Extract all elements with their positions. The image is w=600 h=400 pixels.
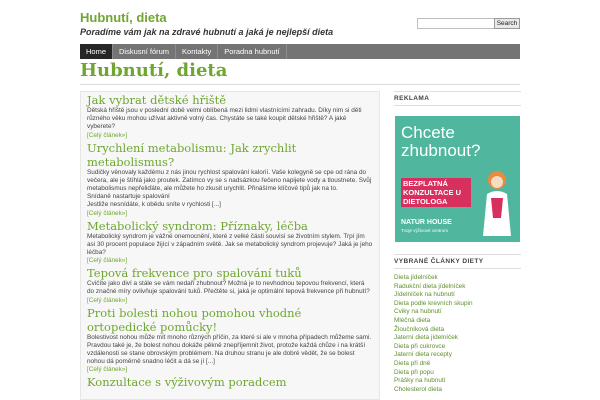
article-link[interactable]: Žloučníková dieta (394, 326, 521, 335)
article-link[interactable]: Dieta podle krevních skupin (394, 300, 521, 309)
post-title[interactable]: Konzultace s výživovým poradcem (87, 375, 373, 389)
article-link[interactable]: Dieta jídelníček (394, 274, 521, 283)
post-excerpt-line: Snídaně nastartuje spalování (87, 193, 170, 201)
post-excerpt: Cvičíte jako diví a stále se vám nedaří … (87, 280, 370, 296)
ad-subheadline: BEZPLATNÁ KONZULTACE U DIETOLOGA (401, 178, 471, 207)
widget-title-articles: VYBRANÉ ČLÁNKY DIETY (394, 254, 521, 269)
articles-widget: VYBRANÉ ČLÁNKY DIETY Dieta jídelníček Ra… (394, 254, 521, 394)
post-title[interactable]: Metabolický syndrom: Příznaky, léčba (87, 219, 373, 233)
widget-title-ad: REKLAMA (394, 91, 521, 106)
article-link[interactable]: Cholesterol dieta (394, 386, 521, 395)
article-link[interactable]: Prášky na hubnutí (394, 377, 521, 386)
read-more-link[interactable]: [Celý článek»] (87, 366, 373, 374)
ad-banner[interactable]: Chcete zhubnout? BEZPLATNÁ KONZULTACE U … (395, 116, 520, 242)
article-link[interactable]: Mléčná dieta (394, 317, 521, 326)
nav-item-advice[interactable]: Poradna hubnutí (218, 44, 287, 59)
read-more-link[interactable]: [Celý článek»] (87, 210, 373, 218)
post: Proti bolesti nohou pomohou vhodné ortop… (81, 306, 379, 375)
post-excerpt: Dětská hřiště jsou v poslední době velmi… (87, 107, 362, 131)
ad-logo-tagline: Tvoje výživové centrum (401, 228, 449, 233)
search-button[interactable]: Search (494, 18, 520, 29)
post: Metabolický syndrom: Příznaky, léčba Met… (81, 219, 379, 266)
article-link[interactable]: Jídelníček na hubnutí (394, 291, 521, 300)
site-header: Hubnutí, dieta Poradíme vám jak na zdrav… (80, 8, 520, 42)
nav-item-contacts[interactable]: Kontakty (176, 44, 219, 59)
post-title[interactable]: Proti bolesti nohou pomohou vhodné ortop… (87, 306, 373, 334)
post-list: Jak vybrat dětské hřiště Dětská hřiště j… (80, 91, 380, 400)
woman-illustration-icon (483, 171, 511, 236)
post-title[interactable]: Urychlení metabolismu: Jak zrychlit meta… (87, 141, 373, 169)
sidebar: REKLAMA Chcete zhubnout? BEZPLATNÁ KONZU… (394, 91, 521, 400)
read-more-link[interactable]: [Celý článek»] (87, 132, 373, 140)
article-link[interactable]: Dieta při dně (394, 360, 521, 369)
post-title[interactable]: Tepová frekvence pro spalování tuků (87, 266, 373, 280)
post: Urychlení metabolismu: Jak zrychlit meta… (81, 141, 379, 218)
article-link[interactable]: Cviky na hubnutí (394, 308, 521, 317)
post-excerpt: Bolestivost nohou může mít mnoho různých… (87, 333, 372, 366)
nav-item-home[interactable]: Home (80, 44, 114, 59)
search-input[interactable] (417, 18, 495, 29)
article-list: Dieta jídelníček Radukční dieta jídelníč… (394, 269, 521, 394)
post-excerpt-line: Jestliže nesnídáte, k obědu sníte v rych… (87, 201, 221, 209)
post: Jak vybrat dětské hřiště Dětská hřiště j… (81, 93, 379, 140)
article-link[interactable]: Radukční dieta jídelníček (394, 283, 521, 292)
post-excerpt: Metabolický syndrom je vážné onemocnění,… (87, 232, 373, 257)
article-link[interactable]: Dieta při popu (394, 369, 521, 378)
read-more-link[interactable]: [Celý článek»] (87, 297, 373, 305)
post: Tepová frekvence pro spalování tuků Cvič… (81, 266, 379, 304)
post: Konzultace s výživovým poradcem (81, 375, 379, 389)
post-excerpt: Sudičky věnovaly každému z nás jinou ryc… (87, 168, 372, 193)
ad-logo: NATUR HOUSE (401, 219, 452, 226)
article-link[interactable]: Dieta při cukrovce (394, 343, 521, 352)
article-link[interactable]: Jaterní dieta jídelníček (394, 334, 521, 343)
article-link[interactable]: Jaterní dieta recepty (394, 351, 521, 360)
ad-headline: Chcete zhubnout? (401, 123, 481, 160)
main-nav: Home Diskusní fórum Kontakty Poradna hub… (80, 44, 520, 59)
divider (80, 84, 520, 85)
site-title[interactable]: Hubnutí, dieta (80, 10, 167, 25)
page-title: Hubnutí, dieta (80, 60, 228, 81)
post-title[interactable]: Jak vybrat dětské hřiště (87, 93, 373, 107)
site-tagline: Poradíme vám jak na zdravé hubnutí a jak… (80, 27, 334, 37)
read-more-link[interactable]: [Celý článek»] (87, 257, 373, 265)
nav-item-forum[interactable]: Diskusní fórum (113, 44, 177, 59)
